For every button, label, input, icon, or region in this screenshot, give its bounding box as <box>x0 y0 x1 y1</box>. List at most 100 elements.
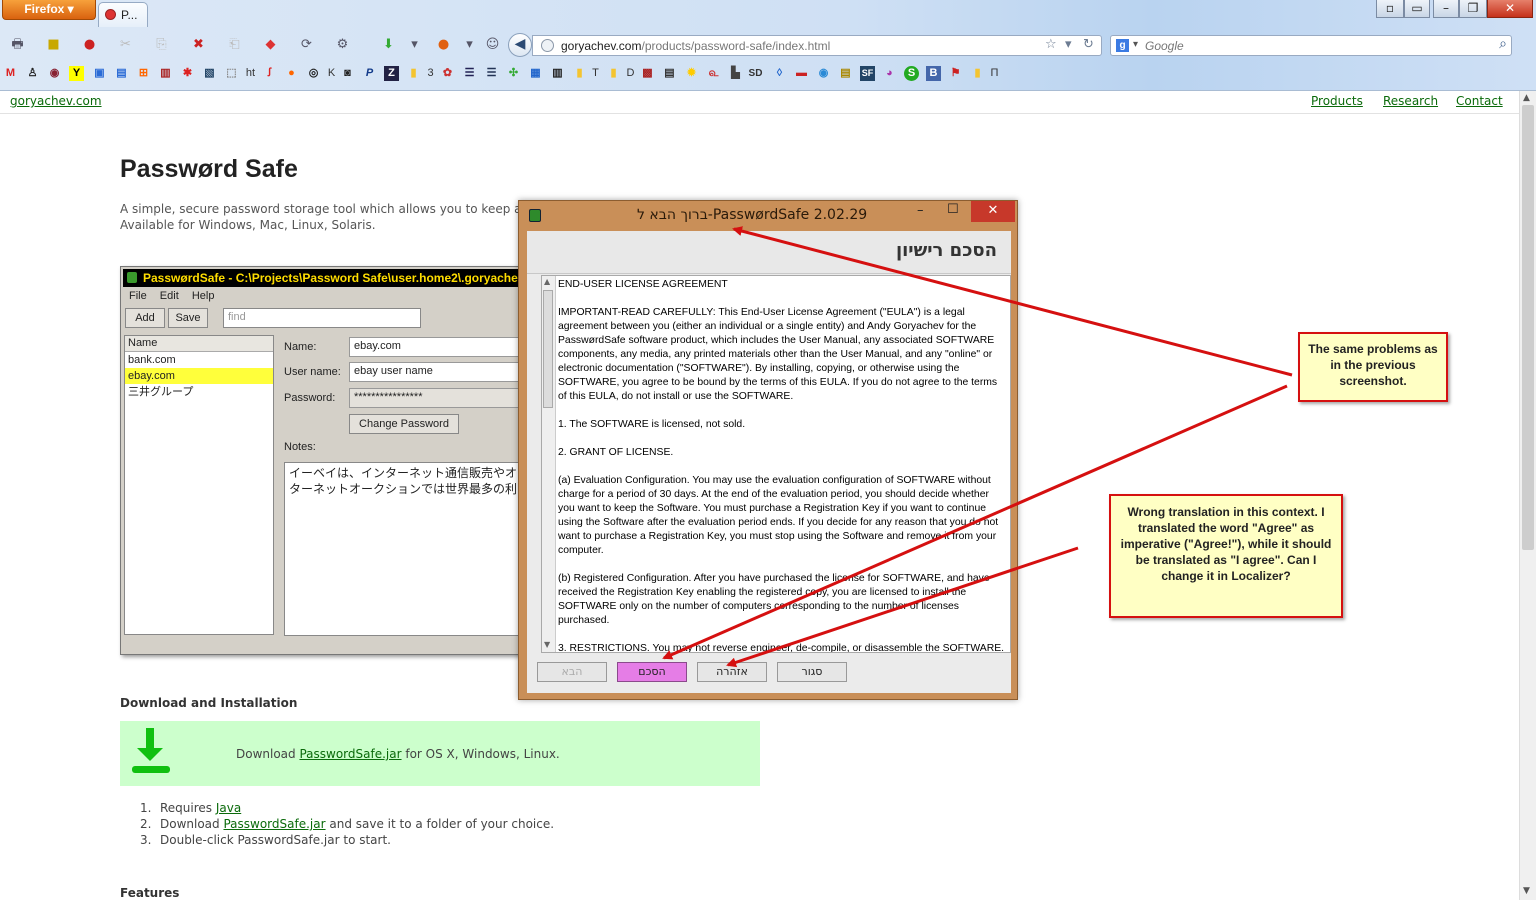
site-home-link[interactable]: goryachev.com <box>10 94 102 108</box>
bookmark-t[interactable]: T <box>588 66 603 81</box>
spiral-bookmark-icon[interactable]: ௳ <box>706 66 721 81</box>
puzzle-bookmark-icon[interactable]: ✣ <box>506 66 521 81</box>
person-bookmark-icon[interactable]: ♙ <box>25 66 40 81</box>
addon-icon[interactable]: ◆ <box>262 37 279 53</box>
scroll-thumb[interactable] <box>1522 105 1534 550</box>
url-text[interactable]: goryachev.com/products/password-safe/ind… <box>561 39 830 53</box>
folder4-bookmark-icon[interactable]: ▮ <box>970 66 985 81</box>
bars-bookmark-icon[interactable]: ▥ <box>158 66 173 81</box>
robot-icon[interactable]: ☺ <box>484 37 501 53</box>
circle-bookmark-icon[interactable]: ◉ <box>47 66 62 81</box>
doc-bookmark-icon[interactable]: ▤ <box>838 66 853 81</box>
search-bar[interactable]: g ▾ Google ⌕ <box>1110 35 1512 56</box>
eula-scroll-down-icon[interactable]: ▼ <box>544 640 550 649</box>
stack-bookmark-icon[interactable]: ☰ <box>462 66 477 81</box>
print-icon[interactable]: 🖶 <box>9 37 26 53</box>
paypal-bookmark-icon[interactable]: P <box>362 66 377 81</box>
window-extra-icon[interactable]: ▭ <box>1404 0 1430 18</box>
firefox-menu-button[interactable]: Firefox ▾ <box>2 0 96 20</box>
cut-icon[interactable]: ✂ <box>117 37 134 53</box>
back-button[interactable]: ◀ <box>508 33 532 57</box>
java-link[interactable]: Java <box>216 801 241 815</box>
history-icon[interactable]: ⟳ <box>298 37 315 53</box>
film-bookmark-icon[interactable]: ▤ <box>662 66 677 81</box>
folder-bookmark-icon[interactable]: ▮ <box>406 66 421 81</box>
translate-bookmark-icon[interactable]: ▤ <box>114 66 129 81</box>
scroll-up-icon[interactable]: ▲ <box>1523 93 1530 103</box>
sf-bookmark-icon[interactable]: SF <box>860 66 875 81</box>
search-engine-dropdown-icon[interactable]: ▾ <box>1133 39 1138 50</box>
bookmark-pi[interactable]: П <box>987 66 1002 81</box>
z-bookmark-icon[interactable]: Z <box>384 66 399 81</box>
b-bookmark-icon[interactable]: B <box>926 66 941 81</box>
chat-bookmark-icon[interactable]: ◙ <box>340 66 355 81</box>
nav-research-link[interactable]: Research <box>1383 94 1438 108</box>
dropdown-icon[interactable]: ▾ <box>406 37 423 53</box>
bookmark-3[interactable]: 3 <box>423 66 438 81</box>
drop-bookmark-icon[interactable]: ◊ <box>772 66 787 81</box>
wifi-bookmark-icon[interactable]: ꭍ <box>262 66 277 81</box>
gmail-bookmark-icon[interactable]: M <box>3 66 18 81</box>
sun-bookmark-icon[interactable]: ✹ <box>684 66 699 81</box>
dialog-close-icon[interactable]: ✕ <box>971 201 1015 222</box>
frame-bookmark-icon[interactable]: ⬚ <box>224 66 239 81</box>
window-help-icon[interactable]: ▫ <box>1376 0 1404 18</box>
grid-bookmark-icon[interactable]: ▥ <box>550 66 565 81</box>
orange-bookmark-icon[interactable]: ● <box>284 66 299 81</box>
bubble-bookmark-icon[interactable]: ◎ <box>306 66 321 81</box>
delete-icon[interactable]: ✖ <box>190 37 207 53</box>
city-bookmark-icon[interactable]: ▙ <box>728 66 743 81</box>
copy-icon[interactable]: ⎘ <box>153 37 170 53</box>
jar-link[interactable]: PasswordSafe.jar <box>223 817 325 831</box>
flower-bookmark-icon[interactable]: ✿ <box>440 66 455 81</box>
url-dropdown-icon[interactable]: ▾ <box>1065 37 1072 52</box>
download-icon[interactable]: ⬇ <box>380 37 397 53</box>
minimize-icon[interactable]: – <box>1433 0 1459 18</box>
note-icon[interactable]: ■ <box>45 37 62 53</box>
eula-scroll-up-icon[interactable]: ▲ <box>544 277 550 286</box>
firefox-icon[interactable]: ● <box>435 37 452 53</box>
red-bookmark-icon[interactable]: ▩ <box>640 66 655 81</box>
flag-bookmark-icon[interactable]: ▬ <box>794 66 809 81</box>
eula-text-box[interactable]: ▲ ▼ END-USER LICENSE AGREEMENT IMPORTANT… <box>541 275 1011 653</box>
yahoo-bookmark-icon[interactable]: Y <box>69 66 84 81</box>
bookmark-d[interactable]: D <box>623 66 638 81</box>
bookmark-ht[interactable]: ht <box>243 66 258 81</box>
browser-tab[interactable]: P... <box>98 2 148 27</box>
s-bookmark-icon[interactable]: S <box>904 66 919 81</box>
close-window-icon[interactable]: ✕ <box>1487 0 1533 18</box>
blue-circle-bookmark-icon[interactable]: ◉ <box>816 66 831 81</box>
download-jar-link[interactable]: PasswordSafe.jar <box>299 747 401 761</box>
agree-button[interactable]: הסכם <box>617 662 687 682</box>
close-button[interactable]: סגור <box>777 662 847 682</box>
sd-bookmark-icon[interactable]: SD <box>748 66 763 81</box>
eula-scroll-thumb[interactable] <box>543 290 553 408</box>
paste-icon[interactable]: ⎗ <box>226 37 243 53</box>
next-button[interactable]: הבא <box>537 662 607 682</box>
bookmark-k[interactable]: K <box>324 66 339 81</box>
nav-products-link[interactable]: Products <box>1311 94 1363 108</box>
warning-button[interactable]: אזהרה <box>697 662 767 682</box>
user-icon[interactable]: ● <box>81 37 98 53</box>
folder2-bookmark-icon[interactable]: ▮ <box>572 66 587 81</box>
url-bar[interactable]: goryachev.com/products/password-safe/ind… <box>532 35 1102 56</box>
eula-scrollbar[interactable]: ▲ ▼ <box>542 276 556 652</box>
page-bookmark-icon[interactable]: ▣ <box>92 66 107 81</box>
book-bookmark-icon[interactable]: ▧ <box>202 66 217 81</box>
search-icon[interactable]: ⌕ <box>1499 36 1507 52</box>
page-scrollbar[interactable]: ▲ ▼ <box>1519 91 1536 900</box>
restore-icon[interactable]: ❐ <box>1459 0 1487 18</box>
google-icon[interactable]: g <box>1116 39 1129 52</box>
bookmark-star-icon[interactable]: ☆ <box>1045 37 1057 52</box>
stack2-bookmark-icon[interactable]: ☰ <box>484 66 499 81</box>
purple-bookmark-icon[interactable]: ◕ <box>882 66 897 81</box>
dialog-maximize-icon[interactable]: ☐ <box>947 202 959 217</box>
folder3-bookmark-icon[interactable]: ▮ <box>606 66 621 81</box>
dropdown-2-icon[interactable]: ▾ <box>461 37 478 53</box>
scroll-down-icon[interactable]: ▼ <box>1523 886 1530 896</box>
star-bookmark-icon[interactable]: ✱ <box>180 66 195 81</box>
dialog-minimize-icon[interactable]: – <box>917 203 924 218</box>
flag2-bookmark-icon[interactable]: ⚑ <box>948 66 963 81</box>
windows-bookmark-icon[interactable]: ⊞ <box>136 66 151 81</box>
reload-icon[interactable]: ↻ <box>1083 37 1094 52</box>
